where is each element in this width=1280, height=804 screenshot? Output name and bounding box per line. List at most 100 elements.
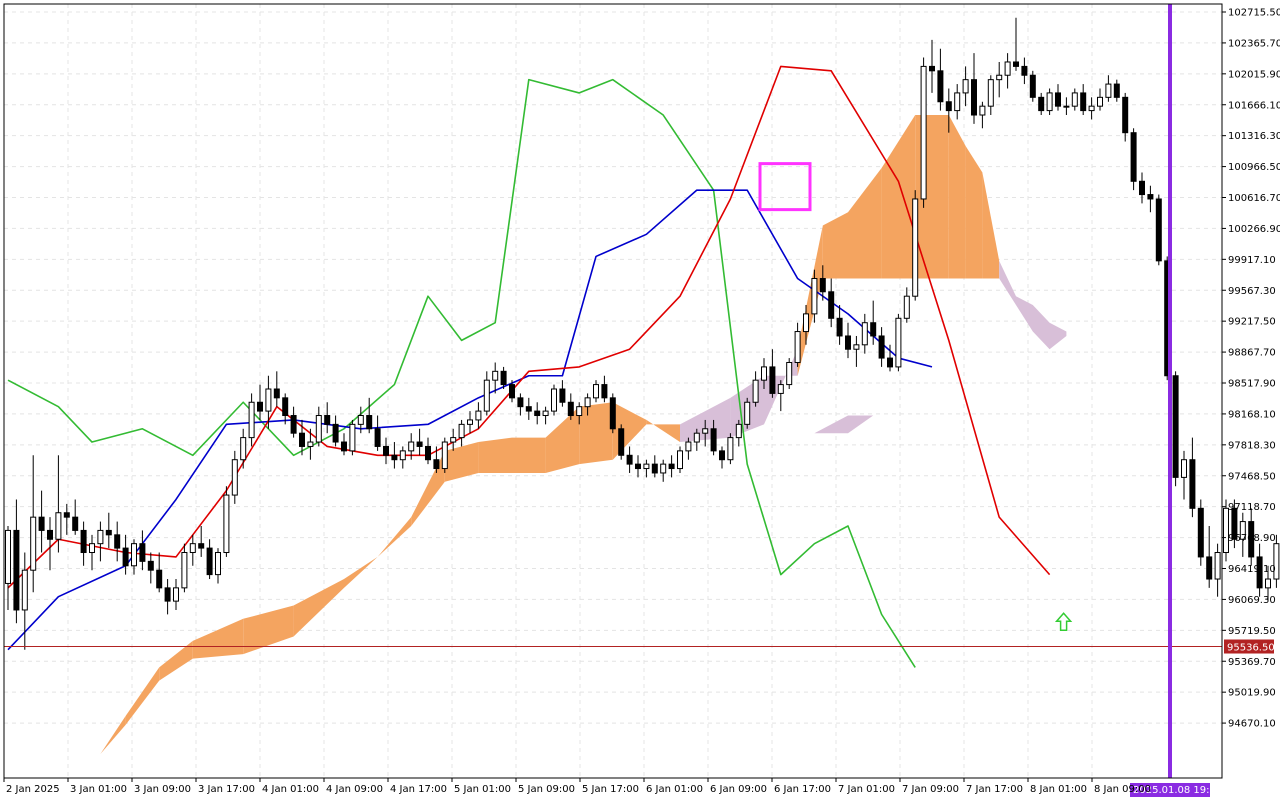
candle [988,75,993,115]
cloud-segment [579,402,613,464]
future-cloud [999,261,1066,349]
candle-body-down [930,66,935,70]
candle-body-down [39,517,44,530]
candle-body-down [1081,93,1086,111]
candle-body-down [627,455,632,464]
candle-body-up [812,279,817,314]
candle-body-down [1014,62,1019,66]
candle-body-down [837,318,842,336]
candle [568,393,573,420]
ichimoku-cloud [100,115,1066,754]
y-tick-label: 95719.50 [1228,626,1276,637]
candle-body-down [258,402,263,411]
candle [392,442,397,469]
candle-body-down [888,358,893,367]
candle [39,491,44,553]
candle [1056,84,1061,111]
x-tick-label: 7 Jan 01:00 [838,784,895,795]
candle [1106,75,1111,102]
candle [879,327,884,367]
candle-body-up [543,411,548,415]
cloud-segment [193,619,243,659]
candle [1072,88,1077,110]
candle [190,535,195,566]
candle [1131,128,1136,190]
candle [224,486,229,557]
y-tick-label: 102715.50 [1228,8,1280,19]
candle-body-down [669,464,674,468]
candle [1030,71,1035,102]
x-tick-label: 3 Jan 17:00 [198,784,255,795]
x-tick-label: 3 Jan 01:00 [70,784,127,795]
candle [367,398,372,433]
candle [1114,80,1119,102]
candle-body-down [1056,93,1061,106]
candle-body-down [115,535,120,548]
y-tick-label: 95019.90 [1228,688,1276,699]
candle-body-down [148,561,153,570]
candle [862,314,867,354]
candle [232,451,237,504]
candle [417,429,422,456]
x-tick-label: 7 Jan 09:00 [902,784,959,795]
candle-body-down [140,544,145,562]
candle-body-up [1215,553,1220,580]
candle-body-up [661,464,666,473]
x-tick-label: 6 Jan 09:00 [710,784,767,795]
candle-body-down [14,530,19,610]
candle-body-down [829,292,834,319]
candle [333,416,338,447]
candle [1047,88,1052,115]
cloud-segment [512,438,546,473]
x-tick-label: 5 Jan 17:00 [582,784,639,795]
candle [14,499,19,623]
candle [846,323,851,358]
candle-body-down [64,513,69,517]
y-tick-label: 97468.50 [1228,471,1276,482]
candle [997,62,1002,97]
candle-body-up [997,75,1002,79]
candle [484,371,489,415]
candle-body-down [81,530,86,552]
candle [98,522,103,562]
candle-body-up [249,402,254,437]
candle-body-up [232,460,237,495]
candle-body-down [946,102,951,111]
candle-body-up [778,385,783,394]
candle-body-up [241,438,246,460]
candle [426,438,431,465]
candle-body-up [266,389,271,411]
candle [106,513,111,548]
candle-body-up [552,389,557,411]
candle-body-down [1030,75,1035,97]
candle [199,526,204,557]
candle-body-down [510,385,515,398]
candle-body-down [711,429,716,451]
candle [526,398,531,420]
y-tick-label: 98168.10 [1228,409,1276,420]
candle-body-up [980,106,985,115]
candle-body-up [921,66,926,199]
x-tick-label: 4 Jan 17:00 [390,784,447,795]
candle-body-down [1123,97,1128,132]
cloud-segment [882,115,916,279]
candle-body-up [6,530,11,583]
y-tick-label: 102015.90 [1228,69,1280,80]
candle-body-down [1140,181,1145,194]
x-tick-label: 4 Jan 09:00 [326,784,383,795]
candle [148,553,153,584]
candle [400,446,405,468]
buy-signal-arrow-icon [1057,613,1071,630]
candle [316,407,321,447]
candle-body-down [384,446,389,455]
candle [1081,84,1086,115]
chart-canvas[interactable]: 95536.502025.01.08 19:00 102715.50102365… [0,0,1280,800]
candle [174,579,179,610]
candle [854,336,859,367]
y-tick-label: 99917.10 [1228,255,1276,266]
cloud-segment [478,438,512,473]
candle [1173,371,1178,486]
candle [980,102,985,129]
candle-body-up [804,314,809,332]
candle [787,358,792,389]
